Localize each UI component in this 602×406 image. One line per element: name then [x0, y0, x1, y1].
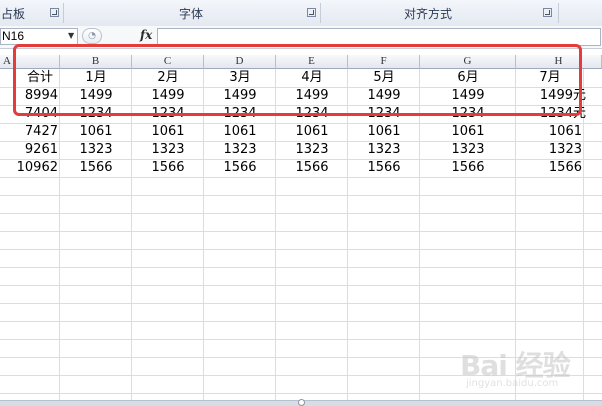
- gridline: [0, 321, 602, 322]
- ribbon-group-font-label: 字体: [178, 6, 203, 21]
- cell-a5[interactable]: 9261: [0, 141, 58, 159]
- cell-b5[interactable]: 1323: [60, 141, 132, 159]
- gridline: [0, 195, 602, 196]
- gridline: [0, 285, 602, 286]
- name-box[interactable]: N16: [0, 28, 78, 45]
- highlight-annotation-box: [13, 44, 582, 116]
- font-dialog-launcher-icon[interactable]: [307, 8, 316, 17]
- cell-e5[interactable]: 1323: [276, 141, 348, 159]
- clipboard-dialog-launcher-icon[interactable]: [50, 8, 59, 17]
- cell-h5[interactable]: 1323: [516, 141, 584, 159]
- gridline: [0, 177, 602, 178]
- gridline: [0, 267, 602, 268]
- ribbon-group-alignment-label: 对齐方式: [403, 6, 452, 21]
- gridline: [0, 231, 602, 232]
- alignment-dialog-launcher-icon[interactable]: [543, 8, 552, 17]
- cell-c6[interactable]: 1566: [132, 159, 204, 177]
- cell-e6[interactable]: 1566: [276, 159, 348, 177]
- cell-e4[interactable]: 1061: [276, 123, 348, 141]
- cell-g6[interactable]: 1566: [420, 159, 516, 177]
- cell-d5[interactable]: 1323: [204, 141, 276, 159]
- cell-h4[interactable]: 1061: [516, 123, 584, 141]
- gridline: [0, 303, 602, 304]
- cell-g5[interactable]: 1323: [420, 141, 516, 159]
- cell-f5[interactable]: 1323: [348, 141, 420, 159]
- cell-f4[interactable]: 1061: [348, 123, 420, 141]
- gridline: [0, 213, 602, 214]
- cell-c4[interactable]: 1061: [132, 123, 204, 141]
- gridline: [0, 249, 602, 250]
- cell-a6[interactable]: 10962: [0, 159, 58, 177]
- baidu-jingyan-watermark: Bai 经验 jingyan.baidu.com: [460, 340, 595, 395]
- cell-d6[interactable]: 1566: [204, 159, 276, 177]
- formula-cancel-enter-buttons[interactable]: ◔: [82, 28, 102, 44]
- cell-c5[interactable]: 1323: [132, 141, 204, 159]
- ribbon: 占板 字体 对齐方式: [0, 0, 602, 27]
- cell-f6[interactable]: 1566: [348, 159, 420, 177]
- cell-g4[interactable]: 1061: [420, 123, 516, 141]
- cell-h6[interactable]: 1566: [516, 159, 584, 177]
- insert-function-icon[interactable]: fx: [140, 28, 152, 42]
- ribbon-separator: [558, 3, 559, 23]
- cell-a4[interactable]: 7427: [0, 123, 58, 141]
- name-box-dropdown-icon[interactable]: ▼: [68, 31, 74, 40]
- cell-b6[interactable]: 1566: [60, 159, 132, 177]
- watermark-url-text: jingyan.baidu.com: [466, 378, 559, 389]
- cell-d4[interactable]: 1061: [204, 123, 276, 141]
- cell-b4[interactable]: 1061: [60, 123, 132, 141]
